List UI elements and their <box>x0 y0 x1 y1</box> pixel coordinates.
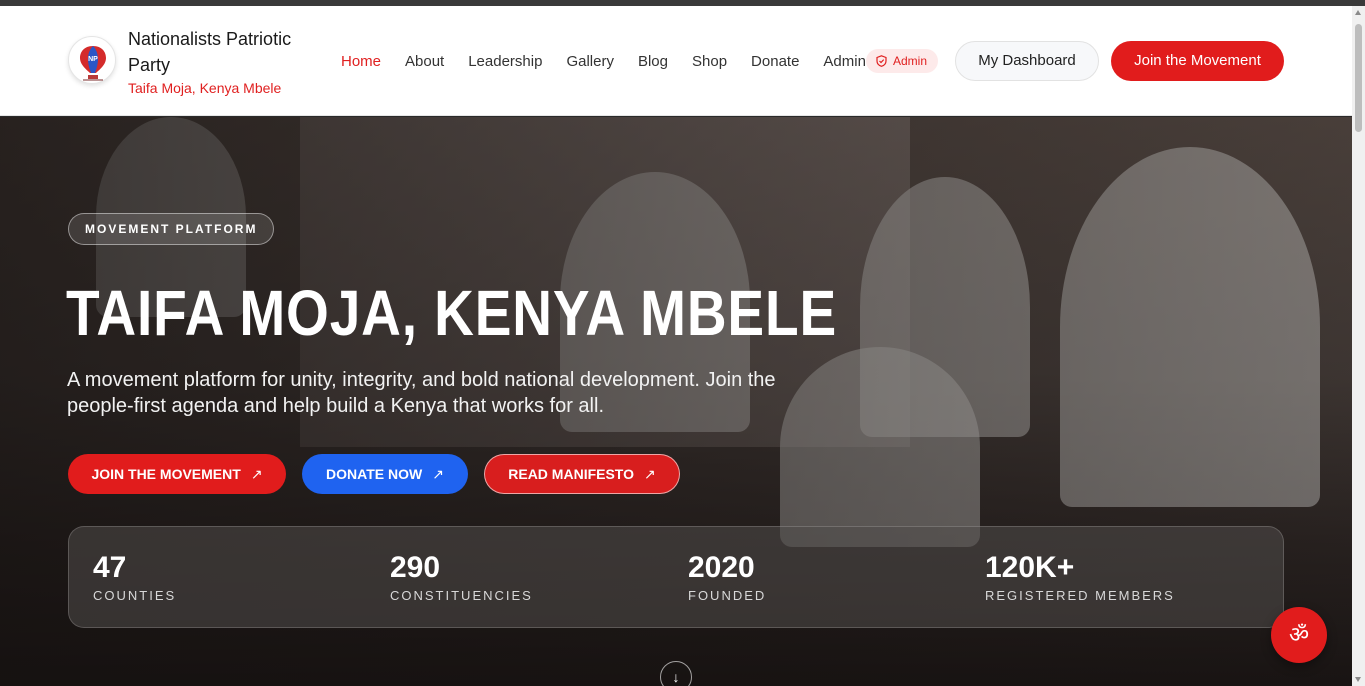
admin-badge-label: Admin <box>893 54 928 68</box>
nav-item-about[interactable]: About <box>405 52 444 72</box>
nav-item-leadership[interactable]: Leadership <box>468 52 542 72</box>
stat-label: FOUNDED <box>688 588 767 603</box>
brand-name[interactable]: Nationalists Patriotic Party <box>128 26 328 78</box>
scroll-down-arrow-icon[interactable] <box>1355 677 1361 682</box>
main-nav: Home About Leadership Gallery Blog Shop … <box>341 52 866 72</box>
stat-constituencies: 290 CONSTITUENCIES <box>390 549 533 603</box>
stat-value: 47 <box>93 551 127 584</box>
arrow-up-right-icon: ↗ <box>432 466 444 482</box>
movement-platform-pill: MOVEMENT PLATFORM <box>68 213 275 245</box>
stat-counties: 47 COUNTIES <box>93 549 176 603</box>
read-manifesto-cta-label: READ MANIFESTO <box>508 466 634 482</box>
nav-item-shop[interactable]: Shop <box>692 52 727 72</box>
stat-label: CONSTITUENCIES <box>390 588 533 603</box>
arrow-up-right-icon: ↗ <box>250 466 263 482</box>
stat-label: REGISTERED MEMBERS <box>985 588 1175 603</box>
site-header: NP Nationalists Patriotic Party Taifa Mo… <box>0 6 1352 116</box>
join-the-movement-cta-label: JOIN THE MOVEMENT <box>91 466 241 482</box>
floating-action-button[interactable]: ॐ <box>1271 607 1327 663</box>
svg-text:NP: NP <box>88 56 98 63</box>
shield-icon <box>876 55 887 67</box>
page-scrollbar[interactable] <box>1352 6 1365 686</box>
stat-registered-members: 120K+ REGISTERED MEMBERS <box>985 549 1175 603</box>
hero-subtext: A movement platform for unity, integrity… <box>67 369 776 417</box>
admin-badge[interactable]: Admin <box>866 49 939 73</box>
stat-value: 290 <box>390 551 441 584</box>
chat-icon: ॐ <box>1288 622 1310 647</box>
donate-now-cta[interactable]: DONATE NOW ↗ <box>302 454 468 494</box>
nav-item-gallery[interactable]: Gallery <box>566 52 614 72</box>
nav-item-donate[interactable]: Donate <box>751 52 799 72</box>
stats-panel: 47 COUNTIES 290 CONSTITUENCIES 2020 FOUN… <box>68 526 1284 628</box>
scroll-down-icon[interactable]: ↓ <box>660 661 692 686</box>
stat-label: COUNTIES <box>93 588 177 603</box>
balloon-logo-icon[interactable]: NP <box>68 36 116 84</box>
donate-now-cta-label: DONATE NOW <box>326 466 423 482</box>
stat-founded: 2020 FOUNDED <box>688 549 766 603</box>
hero-section: MOVEMENT PLATFORM TAIFA MOJA, KENYA MBEL… <box>0 117 1352 686</box>
brand-tagline: Taifa Moja, Kenya Mbele <box>128 80 282 96</box>
join-movement-button[interactable]: Join the Movement <box>1111 41 1284 81</box>
join-the-movement-cta[interactable]: JOIN THE MOVEMENT ↗ <box>68 454 286 494</box>
stat-value: 2020 <box>688 551 755 584</box>
my-dashboard-button[interactable]: My Dashboard <box>955 41 1099 81</box>
stat-value: 120K+ <box>985 551 1075 584</box>
nav-item-home[interactable]: Home <box>341 52 381 72</box>
hero-headline: TAIFA MOJA, KENYA MBELE <box>66 277 838 349</box>
nav-item-blog[interactable]: Blog <box>638 52 668 72</box>
nav-item-admin[interactable]: Admin <box>823 52 866 72</box>
scrollbar-thumb[interactable] <box>1355 24 1362 132</box>
scroll-up-arrow-icon[interactable] <box>1355 10 1361 15</box>
arrow-up-right-icon: ↗ <box>644 466 656 482</box>
read-manifesto-cta[interactable]: READ MANIFESTO ↗ <box>484 454 680 494</box>
